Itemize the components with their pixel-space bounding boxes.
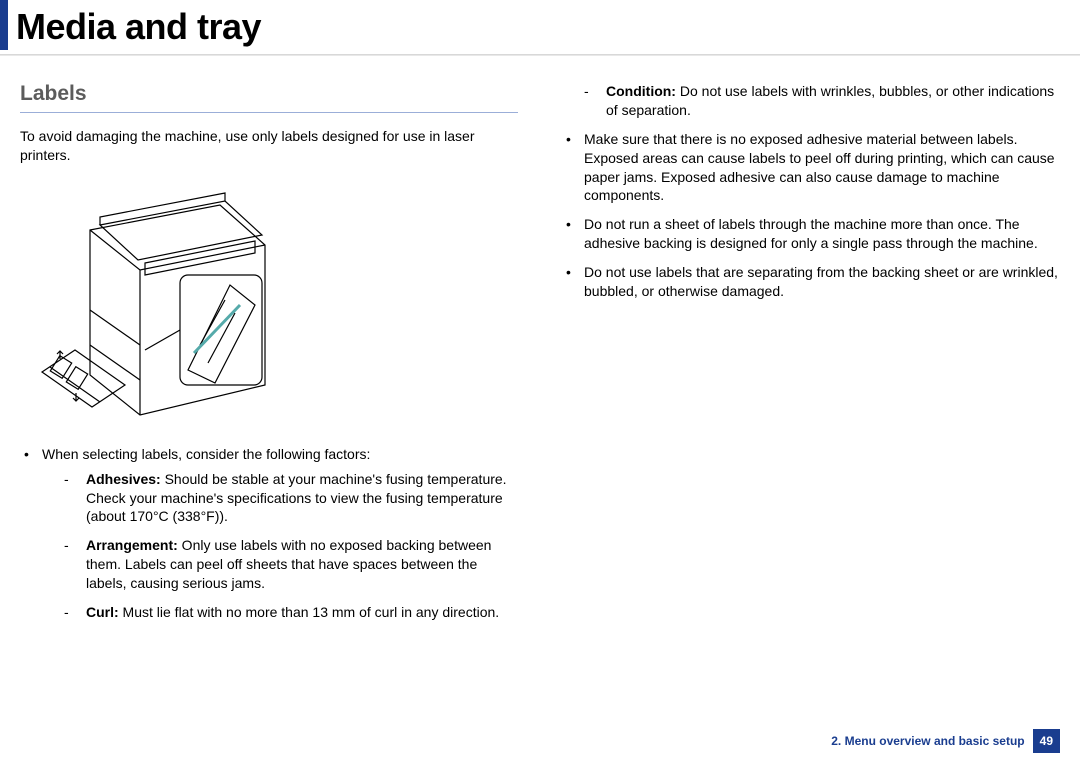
bullet-icon: •: [562, 263, 584, 301]
dash-icon: -: [64, 470, 86, 527]
section-rule: [20, 112, 518, 113]
bullet-text: Do not run a sheet of labels through the…: [584, 215, 1060, 253]
bullet-text: Do not use labels that are separating fr…: [584, 263, 1060, 301]
left-bullet-list: • When selecting labels, consider the fo…: [20, 445, 518, 632]
page-number: 49: [1033, 729, 1060, 753]
bullet-text: Make sure that there is no exposed adhes…: [584, 130, 1060, 206]
footer-chapter: 2. Menu overview and basic setup: [831, 734, 1024, 748]
list-item: • When selecting labels, consider the fo…: [20, 445, 518, 632]
content-columns: Labels To avoid damaging the machine, us…: [0, 82, 1080, 642]
list-item: • Do not use labels that are separating …: [562, 263, 1060, 301]
right-dash-list: - Condition: Do not use labels with wrin…: [562, 82, 1060, 120]
dash-icon: -: [64, 603, 86, 622]
list-item: • Make sure that there is no exposed adh…: [562, 130, 1060, 206]
bullet-icon: •: [562, 130, 584, 206]
section-title: Labels: [20, 82, 518, 106]
page-footer: 2. Menu overview and basic setup 49: [831, 729, 1060, 753]
bullet-lead: When selecting labels, consider the foll…: [42, 446, 370, 462]
list-item: - Condition: Do not use labels with wrin…: [584, 82, 1060, 120]
bullet-icon: •: [562, 215, 584, 253]
list-item: - Arrangement: Only use labels with no e…: [64, 536, 518, 593]
right-column: - Condition: Do not use labels with wrin…: [562, 82, 1060, 642]
sub-label: Arrangement:: [86, 537, 178, 553]
list-item: - Adhesives: Should be stable at your ma…: [64, 470, 518, 527]
list-item: - Curl: Must lie flat with no more than …: [64, 603, 518, 622]
dash-icon: -: [584, 82, 606, 120]
sub-label: Adhesives:: [86, 471, 161, 487]
dash-list: - Adhesives: Should be stable at your ma…: [42, 470, 518, 622]
sub-label: Condition:: [606, 83, 676, 99]
sub-label: Curl:: [86, 604, 119, 620]
dash-icon: -: [64, 536, 86, 593]
sub-text: Must lie flat with no more than 13 mm of…: [119, 604, 500, 620]
list-item: • Do not run a sheet of labels through t…: [562, 215, 1060, 253]
printer-illustration: [30, 175, 290, 435]
right-bullet-list: • Make sure that there is no exposed adh…: [562, 130, 1060, 301]
intro-text: To avoid damaging the machine, use only …: [20, 127, 518, 165]
bullet-icon: •: [20, 445, 42, 632]
page-header: Media and tray: [0, 0, 1080, 50]
left-column: Labels To avoid damaging the machine, us…: [20, 82, 518, 642]
printer-icon: [30, 175, 290, 435]
header-rule: [0, 54, 1080, 56]
page-title: Media and tray: [16, 6, 1080, 48]
